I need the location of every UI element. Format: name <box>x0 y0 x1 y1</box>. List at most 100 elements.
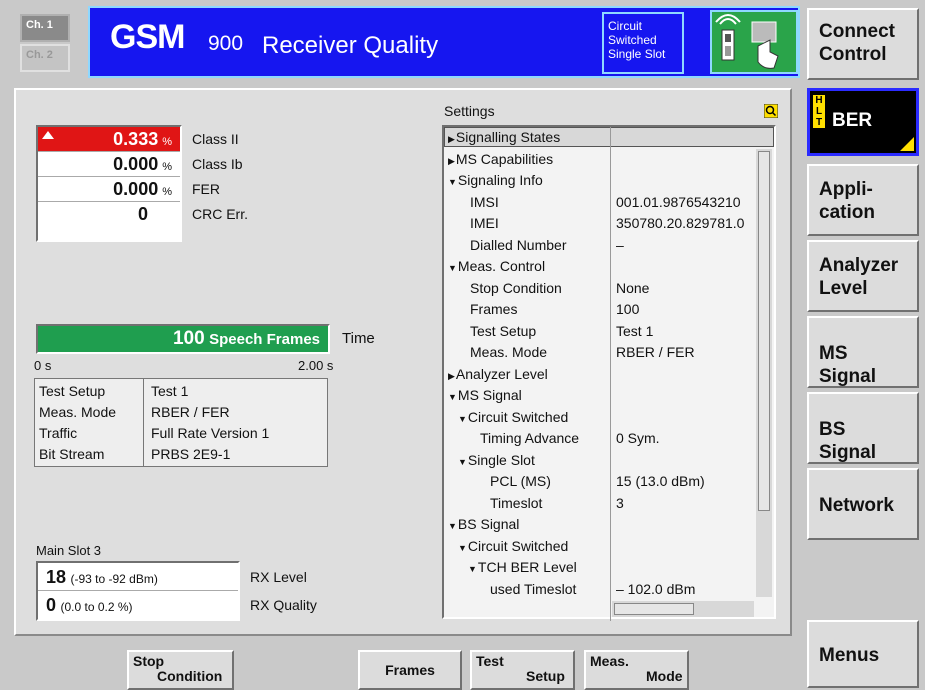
collapse-arrow-icon[interactable]: ▼ <box>458 543 467 553</box>
channel-1-button[interactable]: Ch. 1 <box>20 14 70 42</box>
rx-quality-value: 0 <box>46 595 57 615</box>
channel-2-button[interactable]: Ch. 2 <box>20 44 70 72</box>
rx-level-label: RX Level <box>250 569 307 585</box>
settings-row[interactable]: ▶Analyzer Level <box>448 364 548 385</box>
bs-signal-label: BS Signal <box>819 419 877 463</box>
settings-row[interactable]: Timing Advance <box>480 428 579 449</box>
settings-row[interactable]: IMEI <box>470 213 499 234</box>
progress-track: 100 Speech Frames <box>36 324 330 354</box>
test-setup-button[interactable]: Test Setup <box>470 650 575 690</box>
ber-button[interactable]: HLT BER <box>807 88 919 156</box>
settings-label: Test Setup <box>470 322 537 339</box>
settings-divider <box>610 127 611 621</box>
collapse-arrow-icon[interactable]: ▼ <box>458 457 467 467</box>
corner-marker-icon <box>900 137 914 151</box>
stop-condition-button[interactable]: Stop Condition <box>127 650 234 690</box>
settings-value: 100 <box>616 301 640 317</box>
title-band: 900 <box>208 32 244 55</box>
connect-control-line-2: Control <box>819 44 887 65</box>
info-row: Bit Stream PRBS 2E9-1 <box>35 444 327 465</box>
settings-label: Signalling States <box>455 129 561 145</box>
meas-mode-button[interactable]: Meas. Mode <box>584 650 689 690</box>
settings-hscrollbar-thumb[interactable] <box>614 603 694 615</box>
phone-antenna-icon <box>715 14 779 69</box>
analyzer-level-line-1: Analyzer <box>819 255 899 276</box>
settings-label: Circuit Switched <box>467 408 569 425</box>
expand-arrow-icon[interactable]: ▶ <box>448 371 455 381</box>
progress-label: Time <box>342 330 375 347</box>
settings-row[interactable]: Dialled Number <box>470 235 566 256</box>
title-gsm: GSM <box>110 18 185 56</box>
settings-label: Frames <box>470 301 518 317</box>
expand-arrow-icon[interactable]: ▶ <box>448 134 455 144</box>
settings-row[interactable]: ▼Circuit Switched <box>458 407 568 428</box>
application-line-2: cation <box>819 202 875 223</box>
settings-row[interactable]: Test Setup <box>470 321 536 342</box>
settings-row[interactable]: ▼Single Slot <box>458 450 535 471</box>
collapse-arrow-icon[interactable]: ▼ <box>468 564 477 574</box>
mode-line-1: Circuit <box>608 19 643 33</box>
collapse-arrow-icon[interactable]: ▼ <box>458 414 467 424</box>
rx-quality-label: RX Quality <box>250 597 317 613</box>
result-class-ii-unit: % <box>162 136 172 148</box>
settings-scrollbar[interactable] <box>756 149 772 597</box>
slot-table: 18 (-93 to -92 dBm) 0 (0.0 to 0.2 %) <box>36 561 240 621</box>
results-table: 0.333% 0.000% 0.000% 0 <box>36 125 182 242</box>
mode-line-3: Single Slot <box>608 47 666 61</box>
collapse-arrow-icon[interactable]: ▼ <box>448 177 457 187</box>
settings-row[interactable]: Meas. Mode <box>470 342 547 363</box>
connect-control-button[interactable]: Connect Control <box>807 8 919 80</box>
settings-label: Single Slot <box>467 451 535 468</box>
ms-signal-button[interactable]: MS Signal <box>807 316 919 388</box>
result-class-ib-value: 0.000 <box>113 154 159 174</box>
collapse-arrow-icon[interactable]: ▼ <box>448 263 457 273</box>
network-button[interactable]: Network <box>807 468 919 540</box>
analyzer-level-button[interactable]: Analyzer Level <box>807 240 919 312</box>
rx-quality-row: 0 (0.0 to 0.2 %) <box>38 591 238 619</box>
info-key: Bit Stream <box>39 446 105 462</box>
menus-button[interactable]: Menus <box>807 620 919 688</box>
expand-arrow-icon[interactable]: ▶ <box>448 156 455 166</box>
settings-scrollbar-thumb[interactable] <box>758 151 770 511</box>
settings-row[interactable]: Frames <box>470 299 517 320</box>
bs-signal-button[interactable]: BS Signal <box>807 392 919 464</box>
settings-row[interactable]: ▼Circuit Switched <box>458 536 568 557</box>
result-class-ii-label: Class II <box>192 131 239 147</box>
settings-row[interactable]: ▼Meas. Control <box>448 256 545 277</box>
channel-2-label: Ch. 2 <box>26 49 53 61</box>
result-crc-label: CRC Err. <box>192 206 248 222</box>
stop-condition-line-1: Stop <box>133 653 165 669</box>
settings-row[interactable]: ▼MS Signal <box>448 385 522 406</box>
test-setup-line-1: Test <box>476 653 504 669</box>
settings-value: 0 Sym. <box>616 430 660 446</box>
settings-label: Timeslot <box>490 494 543 511</box>
settings-row[interactable]: IMSI <box>470 192 499 213</box>
frames-button[interactable]: Frames <box>358 650 462 690</box>
progress-start: 0 s <box>34 358 52 373</box>
settings-row[interactable]: PCL (MS) <box>490 471 551 492</box>
settings-row[interactable]: ▶Signalling States <box>448 127 560 148</box>
zoom-icon[interactable] <box>764 104 778 118</box>
settings-value: – 102.0 dBm <box>616 580 696 597</box>
settings-row[interactable]: Stop Condition <box>470 278 562 299</box>
settings-row[interactable]: ▶MS Capabilities <box>448 149 553 170</box>
settings-label: MS Capabilities <box>455 150 554 167</box>
application-button[interactable]: Appli- cation <box>807 164 919 236</box>
collapse-arrow-icon[interactable]: ▼ <box>448 521 457 531</box>
info-row: Test Setup Test 1 <box>35 381 327 402</box>
info-value: RBER / FER <box>151 404 230 420</box>
settings-hscrollbar[interactable] <box>612 601 754 617</box>
ms-signal-label: MS Signal <box>819 343 877 387</box>
settings-row[interactable]: ▼Signaling Info <box>448 170 543 191</box>
settings-row[interactable]: ▼BS Signal <box>448 514 519 535</box>
settings-label: MS Signal <box>457 387 522 403</box>
result-crc-value: 0 <box>137 204 148 224</box>
settings-row[interactable]: used Timeslot <box>490 579 576 600</box>
settings-row[interactable]: Timeslot <box>490 493 542 514</box>
settings-row[interactable]: ▼TCH BER Level <box>468 557 577 578</box>
info-key: Meas. Mode <box>39 404 117 420</box>
result-class-ib-unit: % <box>162 161 172 173</box>
connection-status-area <box>710 10 798 74</box>
menus-label: Menus <box>819 645 880 666</box>
collapse-arrow-icon[interactable]: ▼ <box>448 392 457 402</box>
